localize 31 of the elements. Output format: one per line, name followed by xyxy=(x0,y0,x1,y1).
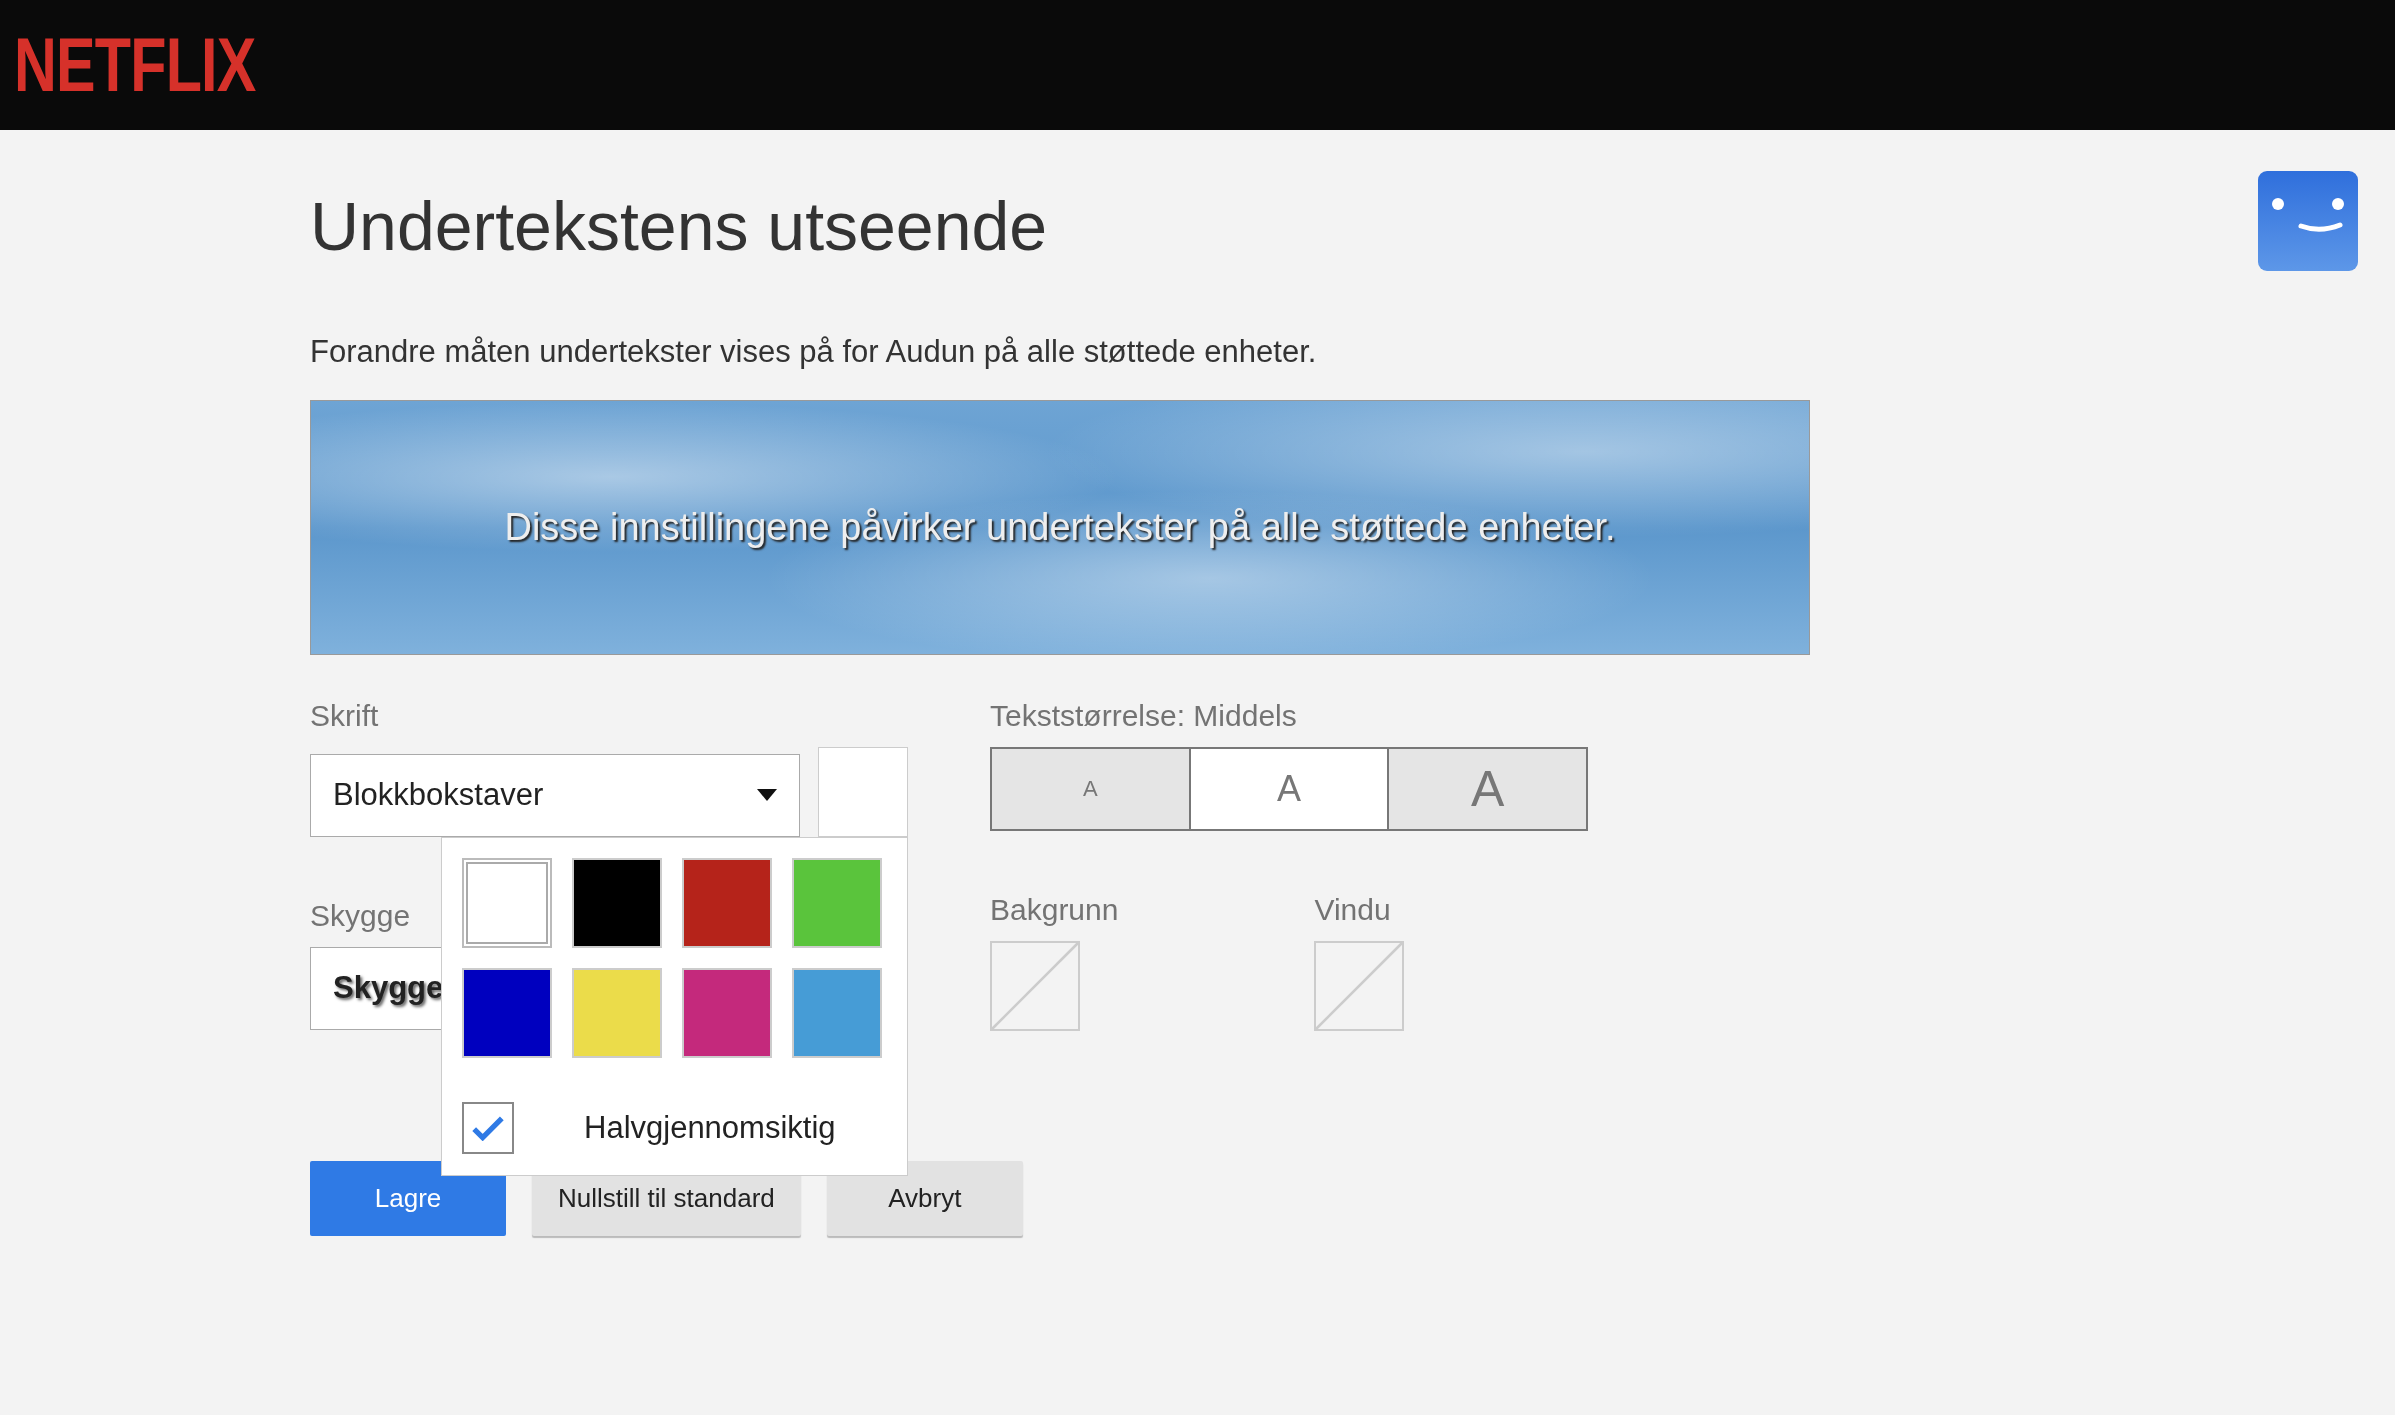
no-color-swatch-icon[interactable] xyxy=(1314,940,1405,1031)
color-swatch[interactable] xyxy=(682,857,772,948)
checkbox-label: Halvgjennomsiktig xyxy=(584,1109,836,1146)
page-title: Undertekstens utseende xyxy=(310,187,1049,266)
text-size-option[interactable]: A xyxy=(992,748,1189,829)
caret-icon xyxy=(757,789,777,802)
logo[interactable]: NETFLIX xyxy=(14,27,256,103)
checkbox[interactable] xyxy=(462,1101,514,1154)
font-color-button[interactable] xyxy=(818,746,908,837)
color-swatch[interactable] xyxy=(572,967,662,1058)
text-size-option[interactable]: A xyxy=(1387,748,1586,829)
shadow-label: Skygge xyxy=(310,898,412,933)
description: Forandre måten undertekster vises på for Audun på alle støttede enheter. xyxy=(310,333,1318,370)
text-size-label: Tekststørrelse: Middels xyxy=(990,698,1298,733)
color-swatch[interactable] xyxy=(462,967,552,1058)
no-color-swatch-icon[interactable] xyxy=(990,940,1080,1031)
color-swatch[interactable] xyxy=(572,857,662,948)
font-select[interactable]: Blokkbokstaver xyxy=(310,753,800,837)
background-label: Bakgrunn xyxy=(990,892,1119,927)
font-label: Skrift xyxy=(310,698,380,733)
color-swatch[interactable] xyxy=(682,967,772,1058)
check-icon xyxy=(471,1114,505,1141)
text-size-option[interactable]: A xyxy=(1188,748,1388,829)
smiley-avatar-icon[interactable] xyxy=(2258,171,2358,271)
save-button[interactable]: Lagre xyxy=(310,1160,506,1236)
color-swatch[interactable] xyxy=(792,857,882,948)
preview-subtitle: Disse innstillingene påvirker undertekster på alle støttede enheter. xyxy=(504,505,1616,549)
action-button[interactable]: Avbryt xyxy=(826,1160,1023,1236)
color-swatch[interactable] xyxy=(792,967,882,1058)
color-swatch[interactable] xyxy=(462,857,552,948)
window-label: Vindu xyxy=(1314,892,1392,927)
